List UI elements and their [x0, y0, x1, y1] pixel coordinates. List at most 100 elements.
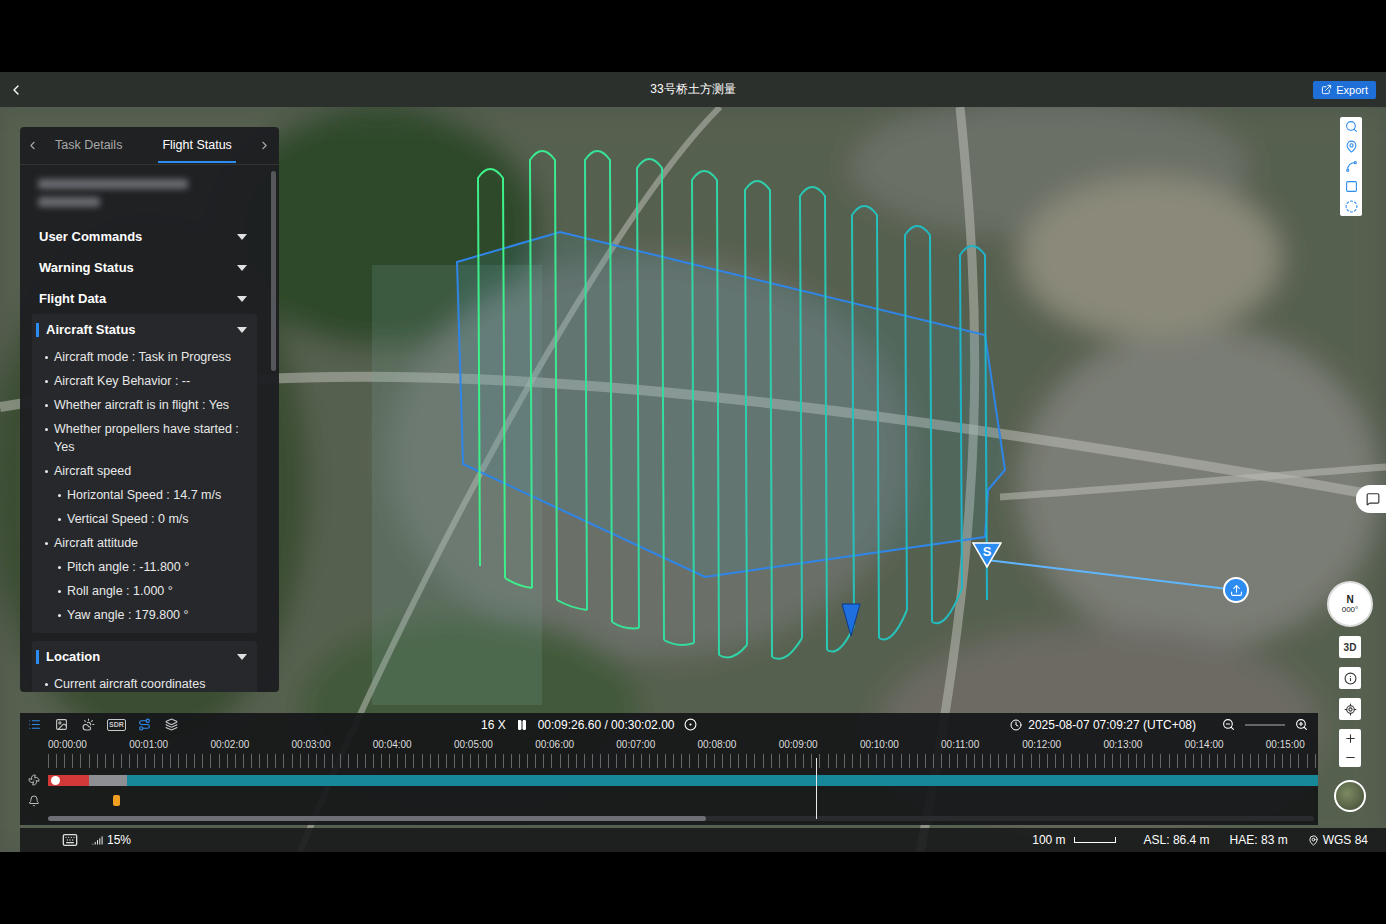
export-icon	[1321, 84, 1332, 95]
tick-label: 00:05:00	[454, 739, 535, 750]
section-header[interactable]: Aircraft Status	[32, 314, 257, 345]
timeline-zoom-in[interactable]	[1295, 718, 1308, 731]
area-button[interactable]	[1345, 180, 1358, 193]
section-header[interactable]: Warning Status	[32, 252, 257, 283]
panel-tab[interactable]: Flight Status	[158, 128, 235, 163]
tab-next-button[interactable]	[258, 139, 271, 152]
list-icon	[28, 718, 41, 731]
tick-label: 00:01:00	[129, 739, 210, 750]
line-button[interactable]	[1345, 160, 1358, 173]
tab-list: Task Details Flight Status	[39, 128, 258, 163]
start-marker-label: S	[983, 542, 992, 568]
record-button[interactable]	[684, 718, 697, 731]
section-title: Location	[46, 649, 100, 664]
layers-icon	[165, 718, 178, 731]
flight-strip	[530, 151, 557, 600]
status-item: Whether aircraft is in flight : Yes	[32, 393, 249, 417]
locate-button[interactable]	[1339, 698, 1361, 720]
tick-label: 00:15:00	[1266, 739, 1305, 750]
keyboard-button[interactable]	[62, 832, 78, 848]
tick-label: 00:02:00	[210, 739, 291, 750]
circle-icon	[1345, 200, 1358, 213]
status-item: Yaw angle : 179.800 °	[32, 603, 249, 627]
transit-line	[987, 560, 1236, 590]
timeline-zoom-slider[interactable]	[1245, 724, 1285, 726]
pin-button[interactable]	[1345, 140, 1358, 153]
timeline-tool-button[interactable]	[26, 717, 42, 733]
timeline-tool-button[interactable]: SDR	[107, 717, 126, 733]
chat-icon	[1366, 492, 1380, 506]
roads	[0, 107, 1386, 852]
flight-strip	[692, 171, 719, 655]
panel-tab[interactable]: Task Details	[51, 128, 126, 163]
export-button[interactable]: Export	[1313, 81, 1376, 99]
square-icon	[1345, 180, 1358, 193]
view-3d-button[interactable]: 3D	[1339, 636, 1361, 658]
tick-marks	[48, 754, 1318, 768]
play-pause-button[interactable]	[516, 719, 528, 731]
chat-button[interactable]	[1356, 485, 1386, 513]
panel-scrollbar[interactable]	[271, 171, 276, 371]
section-title: User Commands	[39, 229, 142, 244]
aircraft-icon[interactable]	[842, 604, 860, 636]
locate-icon	[1344, 703, 1357, 716]
tick-label: 00:00:00	[48, 739, 129, 750]
timeline-tool-button[interactable]	[137, 717, 153, 733]
section-header[interactable]: Location	[32, 641, 257, 672]
search-button[interactable]	[1345, 120, 1358, 133]
section-title-wrap: Location	[36, 649, 100, 664]
flight-connector	[557, 600, 587, 610]
hae-readout: HAE: 83 m	[1230, 833, 1288, 847]
map-zoom	[1339, 729, 1361, 767]
scroll-thumb[interactable]	[48, 816, 706, 821]
flight-track[interactable]	[48, 775, 1318, 786]
home-point-marker[interactable]	[1223, 577, 1249, 603]
tick-label: 00:12:00	[1022, 739, 1103, 750]
section-title: Flight Data	[39, 291, 106, 306]
status-section: LocationCurrent aircraft coordinates	[32, 641, 257, 692]
timeline-zoom-out[interactable]	[1222, 718, 1235, 731]
back-icon	[8, 82, 24, 98]
survey-area[interactable]	[457, 232, 1005, 577]
flight-connector	[879, 610, 907, 639]
alert-marker[interactable]	[113, 795, 120, 806]
map-tool-rail	[1340, 117, 1362, 216]
timeline-scrollbar[interactable]	[48, 816, 1314, 821]
flight-connector	[505, 578, 532, 588]
playhead[interactable]	[816, 758, 817, 819]
zoom-out-button[interactable]	[1344, 751, 1357, 764]
datum: WGS 84	[1323, 833, 1368, 847]
timeline-controls: SDR16 X00:09:26.60 / 00:30:02.002025-08-…	[20, 713, 1318, 736]
tab-prev-button[interactable]	[26, 139, 39, 152]
flight-strip	[637, 159, 664, 640]
timeline-tool-button[interactable]	[80, 717, 96, 733]
panel-body: User Commands Warning Status Flight Data Ai…	[20, 165, 279, 692]
start-marker[interactable]: S	[972, 542, 1002, 568]
app-frame: 33号桥土方测量ExportSTask DetailsFlight Status…	[0, 72, 1386, 852]
playback-speed[interactable]: 16 X	[481, 718, 506, 732]
status-item: Aircraft speed	[32, 459, 249, 483]
section-accent	[36, 323, 39, 337]
panel-tabs: Task Details Flight Status	[20, 127, 279, 165]
section-header[interactable]: User Commands	[32, 221, 257, 252]
timeline-tool-button[interactable]	[53, 717, 69, 733]
info-button[interactable]	[1339, 667, 1361, 689]
basemap-switcher[interactable]	[1334, 780, 1366, 812]
zoom-in-icon	[1295, 718, 1308, 731]
compass[interactable]: N000°	[1327, 581, 1373, 627]
map-area: S Task Details Flight Status User Commands W…	[0, 107, 1386, 852]
section-header[interactable]: Flight Data	[32, 283, 257, 314]
alert-lane-label	[20, 790, 48, 812]
section-accent	[36, 650, 39, 664]
circle-button[interactable]	[1345, 200, 1358, 213]
section-title-wrap: Aircraft Status	[36, 322, 136, 337]
zoom-out-icon	[1222, 718, 1235, 731]
zoom-in-button[interactable]	[1344, 732, 1357, 745]
timeline-tool-button[interactable]	[164, 717, 180, 733]
chevron-right-icon	[258, 139, 271, 152]
back-button[interactable]	[8, 82, 24, 98]
scale-group: 100 m	[1032, 833, 1123, 847]
export-label: Export	[1336, 84, 1368, 96]
status-section: User Commands	[32, 221, 257, 252]
status-bar: 15%100 mASL: 86.4 mHAE: 83 mWGS 84	[20, 828, 1386, 852]
